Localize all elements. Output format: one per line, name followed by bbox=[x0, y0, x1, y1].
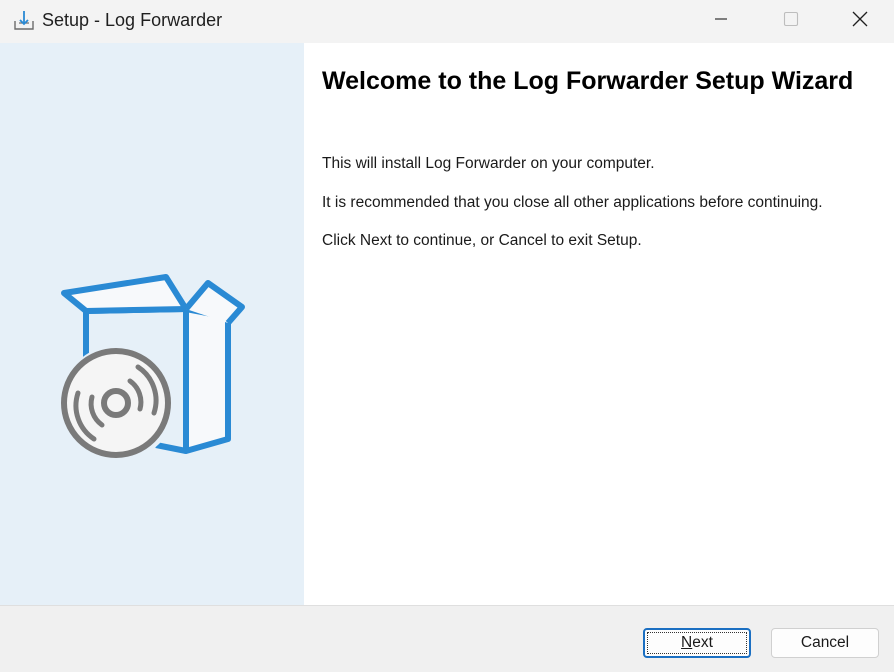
wizard-content: Welcome to the Log Forwarder Setup Wizar… bbox=[304, 43, 894, 605]
maximize-button[interactable] bbox=[756, 0, 826, 43]
close-icon bbox=[851, 10, 869, 33]
recommendation-text: It is recommended that you close all oth… bbox=[322, 194, 823, 211]
minimize-button[interactable] bbox=[686, 0, 756, 43]
title-bar[interactable]: Setup - Log Forwarder bbox=[0, 0, 894, 43]
cancel-button-label: Cancel bbox=[800, 634, 850, 651]
maximize-icon bbox=[783, 11, 799, 32]
installer-download-icon bbox=[12, 9, 36, 33]
instruction-text: Click Next to continue, or Cancel to exi… bbox=[322, 232, 642, 249]
next-button-accelerator: N bbox=[681, 634, 693, 651]
wizard-banner bbox=[0, 43, 304, 605]
window-title: Setup - Log Forwarder bbox=[42, 10, 223, 30]
cancel-button[interactable]: Cancel bbox=[771, 628, 879, 658]
setup-window: Setup - Log Forwarder Welcome to the Log… bbox=[0, 0, 894, 672]
page-title: Welcome to the Log Forwarder Setup Wizar… bbox=[322, 67, 854, 95]
intro-text: This will install Log Forwarder on your … bbox=[322, 155, 655, 172]
next-button-label: ext bbox=[692, 634, 713, 651]
next-button[interactable]: Next bbox=[643, 628, 751, 658]
close-button[interactable] bbox=[826, 0, 894, 43]
wizard-footer: Next Cancel bbox=[0, 605, 894, 672]
minimize-icon bbox=[713, 11, 729, 32]
software-box-disc-icon bbox=[56, 231, 256, 471]
